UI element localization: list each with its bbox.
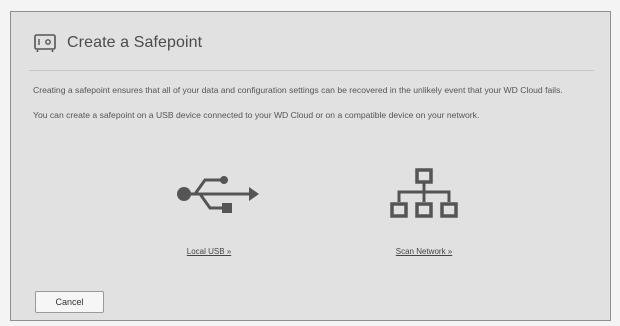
cancel-button[interactable]: Cancel bbox=[35, 291, 104, 313]
instructions-text: You can create a safepoint on a USB devi… bbox=[33, 110, 480, 120]
scan-network-option[interactable]: Scan Network » bbox=[344, 164, 504, 274]
dialog-header: Create a Safepoint bbox=[33, 33, 202, 53]
description-text: Creating a safepoint ensures that all of… bbox=[33, 85, 563, 95]
usb-icon bbox=[177, 176, 259, 213]
safepoint-icon bbox=[33, 33, 58, 53]
network-icon bbox=[390, 168, 458, 218]
local-usb-option[interactable]: Local USB » bbox=[129, 164, 289, 274]
page-background: Create a Safepoint Creating a safepoint … bbox=[0, 0, 620, 326]
create-safepoint-dialog: Create a Safepoint Creating a safepoint … bbox=[10, 11, 611, 321]
local-usb-link[interactable]: Local USB » bbox=[129, 247, 289, 256]
dialog-title: Create a Safepoint bbox=[67, 34, 203, 51]
header-divider bbox=[29, 70, 594, 71]
scan-network-link[interactable]: Scan Network » bbox=[344, 247, 504, 256]
